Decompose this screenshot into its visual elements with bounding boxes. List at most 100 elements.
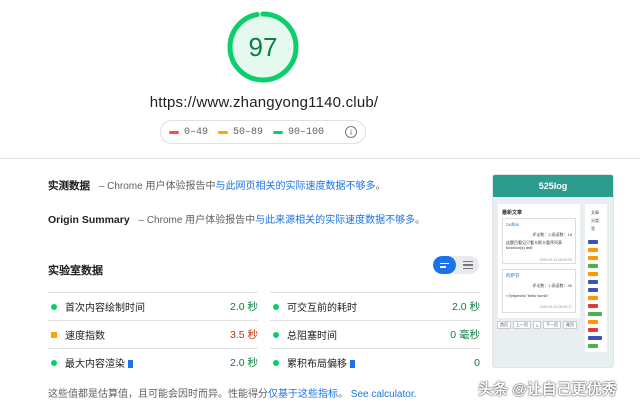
thumb-tag [588,304,598,308]
metric-fcp: 首次内容绘制时间 2.0 秒 [48,292,258,320]
thumb-pager-1: 1 [533,321,541,329]
metric-label: 首次内容绘制时间 [65,303,145,314]
thumb-post2-text: <?phpecho 'hello world'; [506,293,549,298]
thumb-pager-next: 下一页 [543,321,561,329]
field-data-text: – Chrome 用户体验报告中 [98,181,216,192]
legend-dash-red [169,130,179,134]
legend-label: 50–89 [233,126,264,138]
metric-value: 0 毫秒 [450,329,480,341]
thumb-pager-prev: 上一页 [513,321,531,329]
legend-item-average: 50–89 [218,127,263,138]
lab-metrics: 首次内容绘制时间 2.0 秒 可交互前的耗时 2.0 秒 速度指数 3.5 秒 … [48,292,480,376]
pass-indicator-icon [273,359,279,366]
metric-cls: 累积布局偏移 0 [270,348,480,376]
legend-dash-orange [218,130,229,134]
legend-item-fail: 0–49 [169,127,208,138]
field-data-link[interactable]: 与此网页相关的实际速度数据不够多 [215,181,375,192]
thumb-tag [588,264,598,268]
thumb-side-title-3: 签 [591,226,595,231]
thumb-pager-last: 尾页 [563,321,577,329]
metric-tbt: 总阻塞时间 0 毫秒 [270,320,480,348]
score-value: 97 [248,31,278,62]
expanded-list-icon [462,260,473,270]
thumb-post1-meta: 评论数：2 阅读数：15 [532,232,572,237]
thumb-post2-meta: 评论数：1 阅读数：30 [532,283,572,288]
thumb-post1-date: 2020-09-24 08:05:53 [539,258,573,262]
thumb-tag [588,248,598,252]
lab-data-title: 实验室数据 [48,265,103,277]
score-legend: 0–49 50–89 90–100 i [160,120,366,144]
thumb-tag [588,320,598,324]
metric-value: 3.5 秒 [229,329,258,341]
bookmark-icon [350,360,355,369]
thumb-tag [588,328,598,332]
section-divider [0,158,640,159]
thumb-side-title-1: 文章 [591,210,599,215]
thumb-post-2: 的萨芬 评论数：1 阅读数：30 <?phpecho 'hello world'… [502,269,576,313]
footnote-text: 这些值都是估算值，且可能会因时而异。性能得分 [48,389,268,400]
metric-label: 总阻塞时间 [287,331,337,342]
legend-dash-green [273,130,284,134]
origin-summary-link[interactable]: 与此来源相关的实际速度数据不够多 [255,215,415,226]
thumb-tag [588,256,598,260]
thumb-post2-date: 2020-09-24 08:05:17 [539,305,573,309]
metric-value: 2.0 秒 [451,301,480,313]
footnote-sep: 。 [338,389,348,400]
origin-summary-section: Origin Summary – Chrome 用户体验报告中与此来源相关的实际… [48,211,425,226]
watermark-text: 头条 @让自己更优秀 [478,381,617,398]
metric-speed-index: 速度指数 3.5 秒 [48,320,258,348]
average-indicator-icon [51,331,57,338]
thumb-post2-title: 的萨芬 [506,273,520,278]
metrics-view-toggle [433,256,479,274]
metric-label: 速度指数 [65,331,105,342]
pass-indicator-icon [51,303,57,310]
thumb-pager-first: 首页 [497,321,511,329]
thumb-tag [588,280,598,284]
field-data-title: 实测数据 [48,180,90,192]
origin-summary-text: – Chrome 用户体验报告中 [138,215,256,226]
legend-label: 90–100 [288,126,325,138]
thumb-main-card: 最新文章 zxdfas 评论数：2 阅读数：15 这题目看见只看卡斯卡看序列表 … [498,204,580,318]
metric-value: 2.0 秒 [229,357,258,369]
compact-view-button[interactable] [433,256,456,274]
thumb-sidebar: 文章 分类 签 [585,204,607,352]
metric-value: 0 [474,356,480,369]
metric-lcp: 最大内容渲染 2.0 秒 [48,348,258,376]
thumb-section-title: 最新文章 [502,210,523,216]
origin-summary-suffix: 。 [415,215,426,226]
pass-indicator-icon [51,359,57,366]
thumb-tag [588,312,602,316]
thumb-post1-title: zxdfas [506,222,520,227]
thumb-post1-text: 这题目看见只看卡斯卡看序列表 function(s) dsf) [506,240,562,250]
compact-list-icon [440,262,449,268]
thumb-tag [588,288,598,292]
thumb-tag [588,240,598,244]
metric-label: 可交互前的耗时 [287,303,357,314]
thumb-tag [588,336,602,340]
thumb-tag [588,344,598,348]
metric-label: 最大内容渲染 [65,359,125,370]
legend-item-pass: 90–100 [273,127,324,138]
footnote: 这些值都是估算值，且可能会因时而异。性能得分仅基于这些指标。 See calcu… [48,385,416,400]
thumb-site-title: 525log [493,175,613,197]
expanded-view-button[interactable] [456,256,479,274]
thumb-tag [588,272,598,276]
see-calculator-link[interactable]: See calculator. [351,389,417,400]
tested-url: https://www.zhangyong1140.club/ [149,94,379,111]
performance-score-gauge: 97 [226,10,300,84]
info-icon[interactable]: i [345,126,357,138]
field-data-suffix: 。 [375,181,386,192]
bookmark-icon [128,360,133,369]
pass-indicator-icon [273,331,279,338]
thumb-side-title-2: 分类 [591,218,599,223]
pass-indicator-icon [273,303,279,310]
field-data-section: 实测数据 – Chrome 用户体验报告中与此网页相关的实际速度数据不够多。 [48,177,385,193]
legend-label: 0–49 [184,126,209,138]
thumb-tag [588,296,598,300]
page-screenshot-thumbnail: 525log 最新文章 zxdfas 评论数：2 阅读数：15 这题目看见只看卡… [493,175,613,367]
metric-value: 2.0 秒 [229,301,258,313]
origin-summary-title: Origin Summary [48,214,130,226]
metrics-basis-link[interactable]: 仅基于这些指标 [268,389,338,400]
thumb-post-1: zxdfas 评论数：2 阅读数：15 这题目看见只看卡斯卡看序列表 funct… [502,218,576,264]
metric-label: 累积布局偏移 [287,359,347,370]
